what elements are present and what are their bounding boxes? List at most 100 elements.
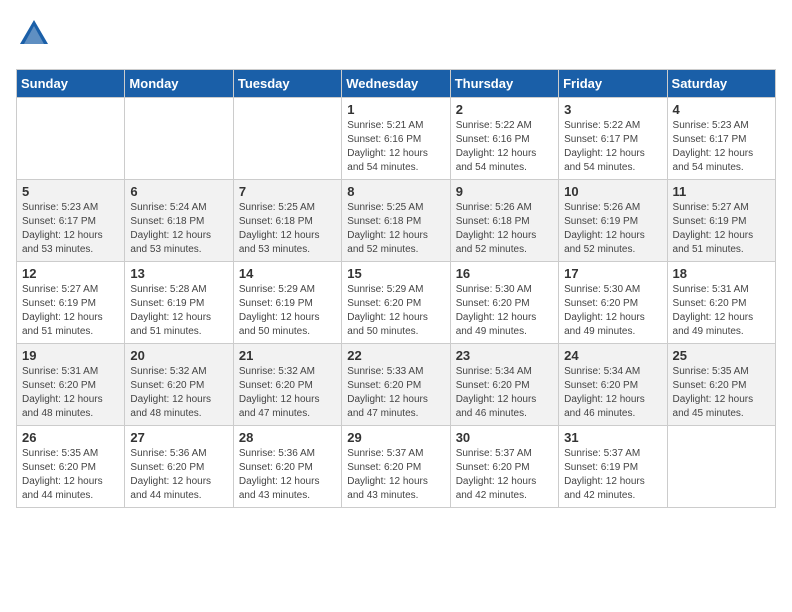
calendar-cell: 15 Sunrise: 5:29 AMSunset: 6:20 PMDayligh… xyxy=(342,262,450,344)
calendar-cell: 6Sunrise: 5:24 AMSunset: 6:18 PMDaylight… xyxy=(125,180,233,262)
day-number: 19 xyxy=(22,348,119,363)
calendar-cell: 17Sunrise: 5:30 AMSunset: 6:20 PMDayligh… xyxy=(559,262,667,344)
calendar-cell: 4 Sunrise: 5:23 AMSunset: 6:17 PMDaylight… xyxy=(667,98,775,180)
day-info: Sunrise: 5:37 AMSunset: 6:19 PMDaylight:… xyxy=(564,447,661,503)
calendar-cell xyxy=(667,426,775,508)
calendar-cell: 21 Sunrise: 5:32 AMSunset: 6:20 PMDayligh… xyxy=(233,344,341,426)
day-info: Sunrise: 5:29 AMSunset: 6:19 PMDaylight:… xyxy=(239,283,336,339)
day-info: Sunrise: 5:26 AMSunset: 6:18 PMDaylight:… xyxy=(456,201,553,257)
day-info: Sunrise: 5:22 AMSunset: 6:17 PMDaylight:… xyxy=(564,119,661,175)
day-number: 22 xyxy=(347,348,444,363)
logo-graphic xyxy=(16,16,52,57)
day-info: Sunrise: 5:37 AMSunset: 6:20 PMDaylight:… xyxy=(347,447,444,503)
day-info: Sunrise: 5:22 AMSunset: 6:16 PMDaylight:… xyxy=(456,119,553,175)
weekday-header: Saturday xyxy=(667,70,775,98)
calendar-table: SundayMondayTuesdayWednesdayThursdayFrid… xyxy=(16,69,776,508)
calendar-cell xyxy=(233,98,341,180)
day-info: Sunrise: 5:32 AMSunset: 6:20 PMDaylight:… xyxy=(130,365,227,421)
day-info: Sunrise: 5:30 AMSunset: 6:20 PMDaylight:… xyxy=(564,283,661,339)
day-info: Sunrise: 5:27 AMSunset: 6:19 PMDaylight:… xyxy=(673,201,770,257)
calendar-cell: 5 Sunrise: 5:23 AMSunset: 6:17 PMDaylight… xyxy=(17,180,125,262)
day-number: 8 xyxy=(347,184,444,199)
day-number: 25 xyxy=(673,348,770,363)
weekday-header: Wednesday xyxy=(342,70,450,98)
day-info: Sunrise: 5:32 AMSunset: 6:20 PMDaylight:… xyxy=(239,365,336,421)
day-info: Sunrise: 5:26 AMSunset: 6:19 PMDaylight:… xyxy=(564,201,661,257)
calendar-cell: 7 Sunrise: 5:25 AMSunset: 6:18 PMDaylight… xyxy=(233,180,341,262)
day-info: Sunrise: 5:37 AMSunset: 6:20 PMDaylight:… xyxy=(456,447,553,503)
weekday-header: Sunday xyxy=(17,70,125,98)
day-info: Sunrise: 5:34 AMSunset: 6:20 PMDaylight:… xyxy=(564,365,661,421)
day-info: Sunrise: 5:25 AMSunset: 6:18 PMDaylight:… xyxy=(347,201,444,257)
day-number: 9 xyxy=(456,184,553,199)
calendar-cell: 16Sunrise: 5:30 AMSunset: 6:20 PMDayligh… xyxy=(450,262,558,344)
day-number: 23 xyxy=(456,348,553,363)
day-number: 2 xyxy=(456,102,553,117)
calendar-cell: 18 Sunrise: 5:31 AMSunset: 6:20 PMDayligh… xyxy=(667,262,775,344)
day-info: Sunrise: 5:25 AMSunset: 6:18 PMDaylight:… xyxy=(239,201,336,257)
day-number: 18 xyxy=(673,266,770,281)
calendar-cell xyxy=(17,98,125,180)
day-info: Sunrise: 5:35 AMSunset: 6:20 PMDaylight:… xyxy=(22,447,119,503)
day-info: Sunrise: 5:24 AMSunset: 6:18 PMDaylight:… xyxy=(130,201,227,257)
day-number: 12 xyxy=(22,266,119,281)
calendar-cell: 31 Sunrise: 5:37 AMSunset: 6:19 PMDayligh… xyxy=(559,426,667,508)
calendar-week-row: 26 Sunrise: 5:35 AMSunset: 6:20 PMDayligh… xyxy=(17,426,776,508)
calendar-cell: 22 Sunrise: 5:33 AMSunset: 6:20 PMDayligh… xyxy=(342,344,450,426)
day-number: 15 xyxy=(347,266,444,281)
day-number: 14 xyxy=(239,266,336,281)
calendar-cell: 24 Sunrise: 5:34 AMSunset: 6:20 PMDayligh… xyxy=(559,344,667,426)
day-info: Sunrise: 5:23 AMSunset: 6:17 PMDaylight:… xyxy=(22,201,119,257)
day-info: Sunrise: 5:33 AMSunset: 6:20 PMDaylight:… xyxy=(347,365,444,421)
day-number: 10 xyxy=(564,184,661,199)
day-number: 30 xyxy=(456,430,553,445)
day-info: Sunrise: 5:21 AMSunset: 6:16 PMDaylight:… xyxy=(347,119,444,175)
day-number: 11 xyxy=(673,184,770,199)
day-number: 21 xyxy=(239,348,336,363)
calendar-week-row: 12 Sunrise: 5:27 AMSunset: 6:19 PMDayligh… xyxy=(17,262,776,344)
day-number: 29 xyxy=(347,430,444,445)
day-number: 26 xyxy=(22,430,119,445)
calendar-cell: 12 Sunrise: 5:27 AMSunset: 6:19 PMDayligh… xyxy=(17,262,125,344)
day-info: Sunrise: 5:31 AMSunset: 6:20 PMDaylight:… xyxy=(673,283,770,339)
day-info: Sunrise: 5:27 AMSunset: 6:19 PMDaylight:… xyxy=(22,283,119,339)
calendar-week-row: 19 Sunrise: 5:31 AMSunset: 6:20 PMDayligh… xyxy=(17,344,776,426)
calendar-cell xyxy=(125,98,233,180)
day-number: 7 xyxy=(239,184,336,199)
day-number: 16 xyxy=(456,266,553,281)
calendar-cell: 3Sunrise: 5:22 AMSunset: 6:17 PMDaylight… xyxy=(559,98,667,180)
calendar-cell: 27Sunrise: 5:36 AMSunset: 6:20 PMDayligh… xyxy=(125,426,233,508)
calendar-cell: 14 Sunrise: 5:29 AMSunset: 6:19 PMDayligh… xyxy=(233,262,341,344)
calendar-cell: 2 Sunrise: 5:22 AMSunset: 6:16 PMDaylight… xyxy=(450,98,558,180)
weekday-header: Tuesday xyxy=(233,70,341,98)
day-info: Sunrise: 5:23 AMSunset: 6:17 PMDaylight:… xyxy=(673,119,770,175)
day-number: 4 xyxy=(673,102,770,117)
calendar-cell: 13 Sunrise: 5:28 AMSunset: 6:19 PMDayligh… xyxy=(125,262,233,344)
calendar-cell: 20 Sunrise: 5:32 AMSunset: 6:20 PMDayligh… xyxy=(125,344,233,426)
day-number: 5 xyxy=(22,184,119,199)
calendar-cell: 25Sunrise: 5:35 AMSunset: 6:20 PMDayligh… xyxy=(667,344,775,426)
day-number: 24 xyxy=(564,348,661,363)
day-number: 1 xyxy=(347,102,444,117)
calendar-week-row: 1 Sunrise: 5:21 AMSunset: 6:16 PMDaylight… xyxy=(17,98,776,180)
weekday-header: Friday xyxy=(559,70,667,98)
day-info: Sunrise: 5:28 AMSunset: 6:19 PMDaylight:… xyxy=(130,283,227,339)
calendar-cell: 1 Sunrise: 5:21 AMSunset: 6:16 PMDaylight… xyxy=(342,98,450,180)
calendar-week-row: 5 Sunrise: 5:23 AMSunset: 6:17 PMDaylight… xyxy=(17,180,776,262)
calendar-cell: 11 Sunrise: 5:27 AMSunset: 6:19 PMDayligh… xyxy=(667,180,775,262)
weekday-header: Monday xyxy=(125,70,233,98)
calendar-cell: 8 Sunrise: 5:25 AMSunset: 6:18 PMDaylight… xyxy=(342,180,450,262)
calendar-cell: 30 Sunrise: 5:37 AMSunset: 6:20 PMDayligh… xyxy=(450,426,558,508)
weekday-header: Thursday xyxy=(450,70,558,98)
day-info: Sunrise: 5:34 AMSunset: 6:20 PMDaylight:… xyxy=(456,365,553,421)
calendar-cell: 10 Sunrise: 5:26 AMSunset: 6:19 PMDayligh… xyxy=(559,180,667,262)
page-header xyxy=(16,16,776,57)
day-number: 13 xyxy=(130,266,227,281)
day-number: 31 xyxy=(564,430,661,445)
day-info: Sunrise: 5:29 AMSunset: 6:20 PMDaylight:… xyxy=(347,283,444,339)
day-info: Sunrise: 5:31 AMSunset: 6:20 PMDaylight:… xyxy=(22,365,119,421)
day-number: 20 xyxy=(130,348,227,363)
day-number: 28 xyxy=(239,430,336,445)
logo xyxy=(16,16,56,57)
calendar-cell: 29 Sunrise: 5:37 AMSunset: 6:20 PMDayligh… xyxy=(342,426,450,508)
